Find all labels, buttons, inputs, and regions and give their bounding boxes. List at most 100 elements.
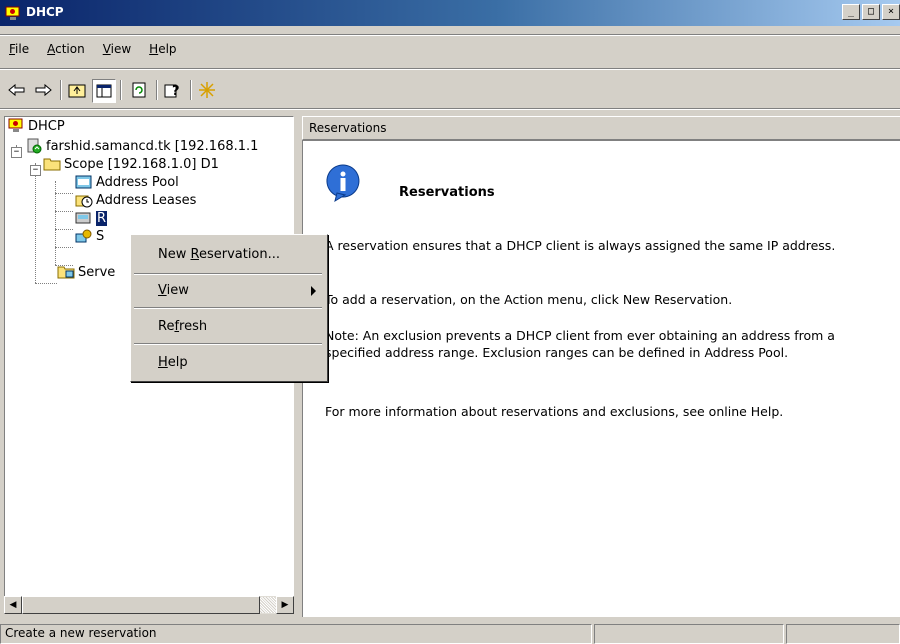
tree-line [35,163,36,283]
tree-node-address-pool[interactable]: Address Pool [75,173,179,191]
help-icon: ? [164,84,180,98]
result-title: Reservations [399,185,495,200]
label-part: Re [158,319,175,334]
context-menu: New Reservation... View Refresh Help [130,234,328,382]
window-title: DHCP [26,5,64,19]
scope-options-icon [75,229,92,243]
info-icon [326,164,360,203]
menubar-divider [0,34,900,36]
new-button[interactable] [196,79,218,101]
tree-node-label: farshid.samancd.tk [192.168.1.1 [46,138,259,154]
label-part: elp [167,355,188,370]
menu-view-submenu-label: View [158,283,189,298]
back-icon [8,83,25,97]
menu-view-mnemonic: V [102,42,111,56]
menu-file[interactable]: File [0,38,38,62]
menu-bar: File Action View Help [0,38,900,62]
tree-node-label: S [96,228,105,244]
tree-node-label: Address Leases [96,192,197,208]
toolbar: ? [0,76,900,104]
menu-new-reservation-label: New Reservation... [158,247,280,262]
menu-separator [134,343,322,345]
menu-help-item-label: Help [158,355,188,370]
scroll-track[interactable] [260,597,276,613]
tree-node-scope-options[interactable]: S [75,227,104,245]
result-pane-header: Reservations [302,116,900,140]
menu-separator [134,273,322,275]
menu-refresh-label: Refresh [158,319,207,334]
tree-line [55,211,73,212]
tree-node-label: Serve [78,264,116,280]
tree-line [55,247,73,248]
forward-button[interactable] [32,79,54,101]
up-icon [68,84,86,98]
more-info-text: For more information about reservations … [325,404,784,419]
menu-refresh[interactable]: Refresh [134,315,322,339]
show-hide-console-tree-button[interactable] [92,79,116,103]
status-panel-3 [786,624,900,644]
tree-horizontal-scrollbar[interactable]: ◀ ▶ [4,596,294,614]
tree-line [55,229,73,230]
up-one-level-button[interactable] [66,79,88,101]
title-bar: DHCP _ □ × [0,0,900,26]
tree-node-address-leases[interactable]: Address Leases [75,191,196,209]
menu-action[interactable]: Action [38,38,94,62]
minimize-button[interactable]: _ [842,4,860,20]
new-star-icon [199,82,215,98]
menu-help[interactable]: Help [140,38,185,62]
tree-node-server-options[interactable]: Serve [57,263,115,281]
menu-view-submenu[interactable]: View [134,279,322,303]
reservations-icon [75,212,91,224]
back-button[interactable] [6,79,28,101]
menu-help-mnemonic: H [149,42,159,56]
menu-file-label: ile [15,42,30,56]
tree-node-label: Address Pool [96,174,179,190]
tree-node-dhcp[interactable]: DHCP [7,117,65,135]
menu-new-reservation[interactable]: New Reservation... [134,243,322,267]
submenu-arrow-icon [311,286,316,296]
status-text: Create a new reservation [5,626,157,640]
toolbar-separator [156,80,158,100]
menu-separator [134,307,322,309]
refresh-icon [132,82,146,98]
folder-icon [43,158,61,171]
label-part: New [158,247,191,262]
scroll-right-button[interactable]: ▶ [276,596,294,614]
collapse-server-toggle[interactable]: − [11,147,22,158]
result-pane-header-label: Reservations [309,121,387,135]
toolbar-divider [0,68,900,70]
tree-node-reservations[interactable]: R [75,209,108,227]
refresh-button[interactable] [128,79,150,101]
collapse-scope-toggle[interactable]: − [30,165,41,176]
server-options-icon [57,266,75,279]
maximize-button[interactable]: □ [862,4,880,20]
scroll-left-button[interactable]: ◀ [4,596,22,614]
window-controls: _ □ × [840,4,900,20]
forward-icon [35,83,52,97]
tree-node-scope[interactable]: Scope [192.168.1.0] D1 [43,155,219,173]
label-mnemonic: H [158,355,168,370]
svg-text:?: ? [172,84,180,98]
tree-node-label: R [96,210,108,226]
close-button[interactable]: × [882,4,900,20]
tree-node-server[interactable]: farshid.samancd.tk [192.168.1.1 [25,137,258,155]
result-pane: Reservations A reservation ensures that … [302,140,900,617]
label-mnemonic: V [158,283,167,298]
server-icon [27,138,42,154]
dhcp-app-icon [5,6,20,20]
help-button[interactable]: ? [162,79,184,101]
menu-help-item[interactable]: Help [134,351,322,375]
label-part: iew [166,283,189,298]
toolbar-separator [190,80,192,100]
label-mnemonic: R [190,247,199,262]
address-pool-icon [75,175,92,189]
status-panel-2 [594,624,784,644]
label-part: eservation... [198,247,281,262]
toolbar-separator [60,80,62,100]
menu-help-label: elp [158,42,177,56]
pane-divider [0,108,900,110]
scroll-thumb[interactable] [22,596,260,614]
toolbar-separator [120,80,122,100]
reservation-description: A reservation ensures that a DHCP client… [325,238,836,253]
menu-view[interactable]: View [94,38,140,62]
